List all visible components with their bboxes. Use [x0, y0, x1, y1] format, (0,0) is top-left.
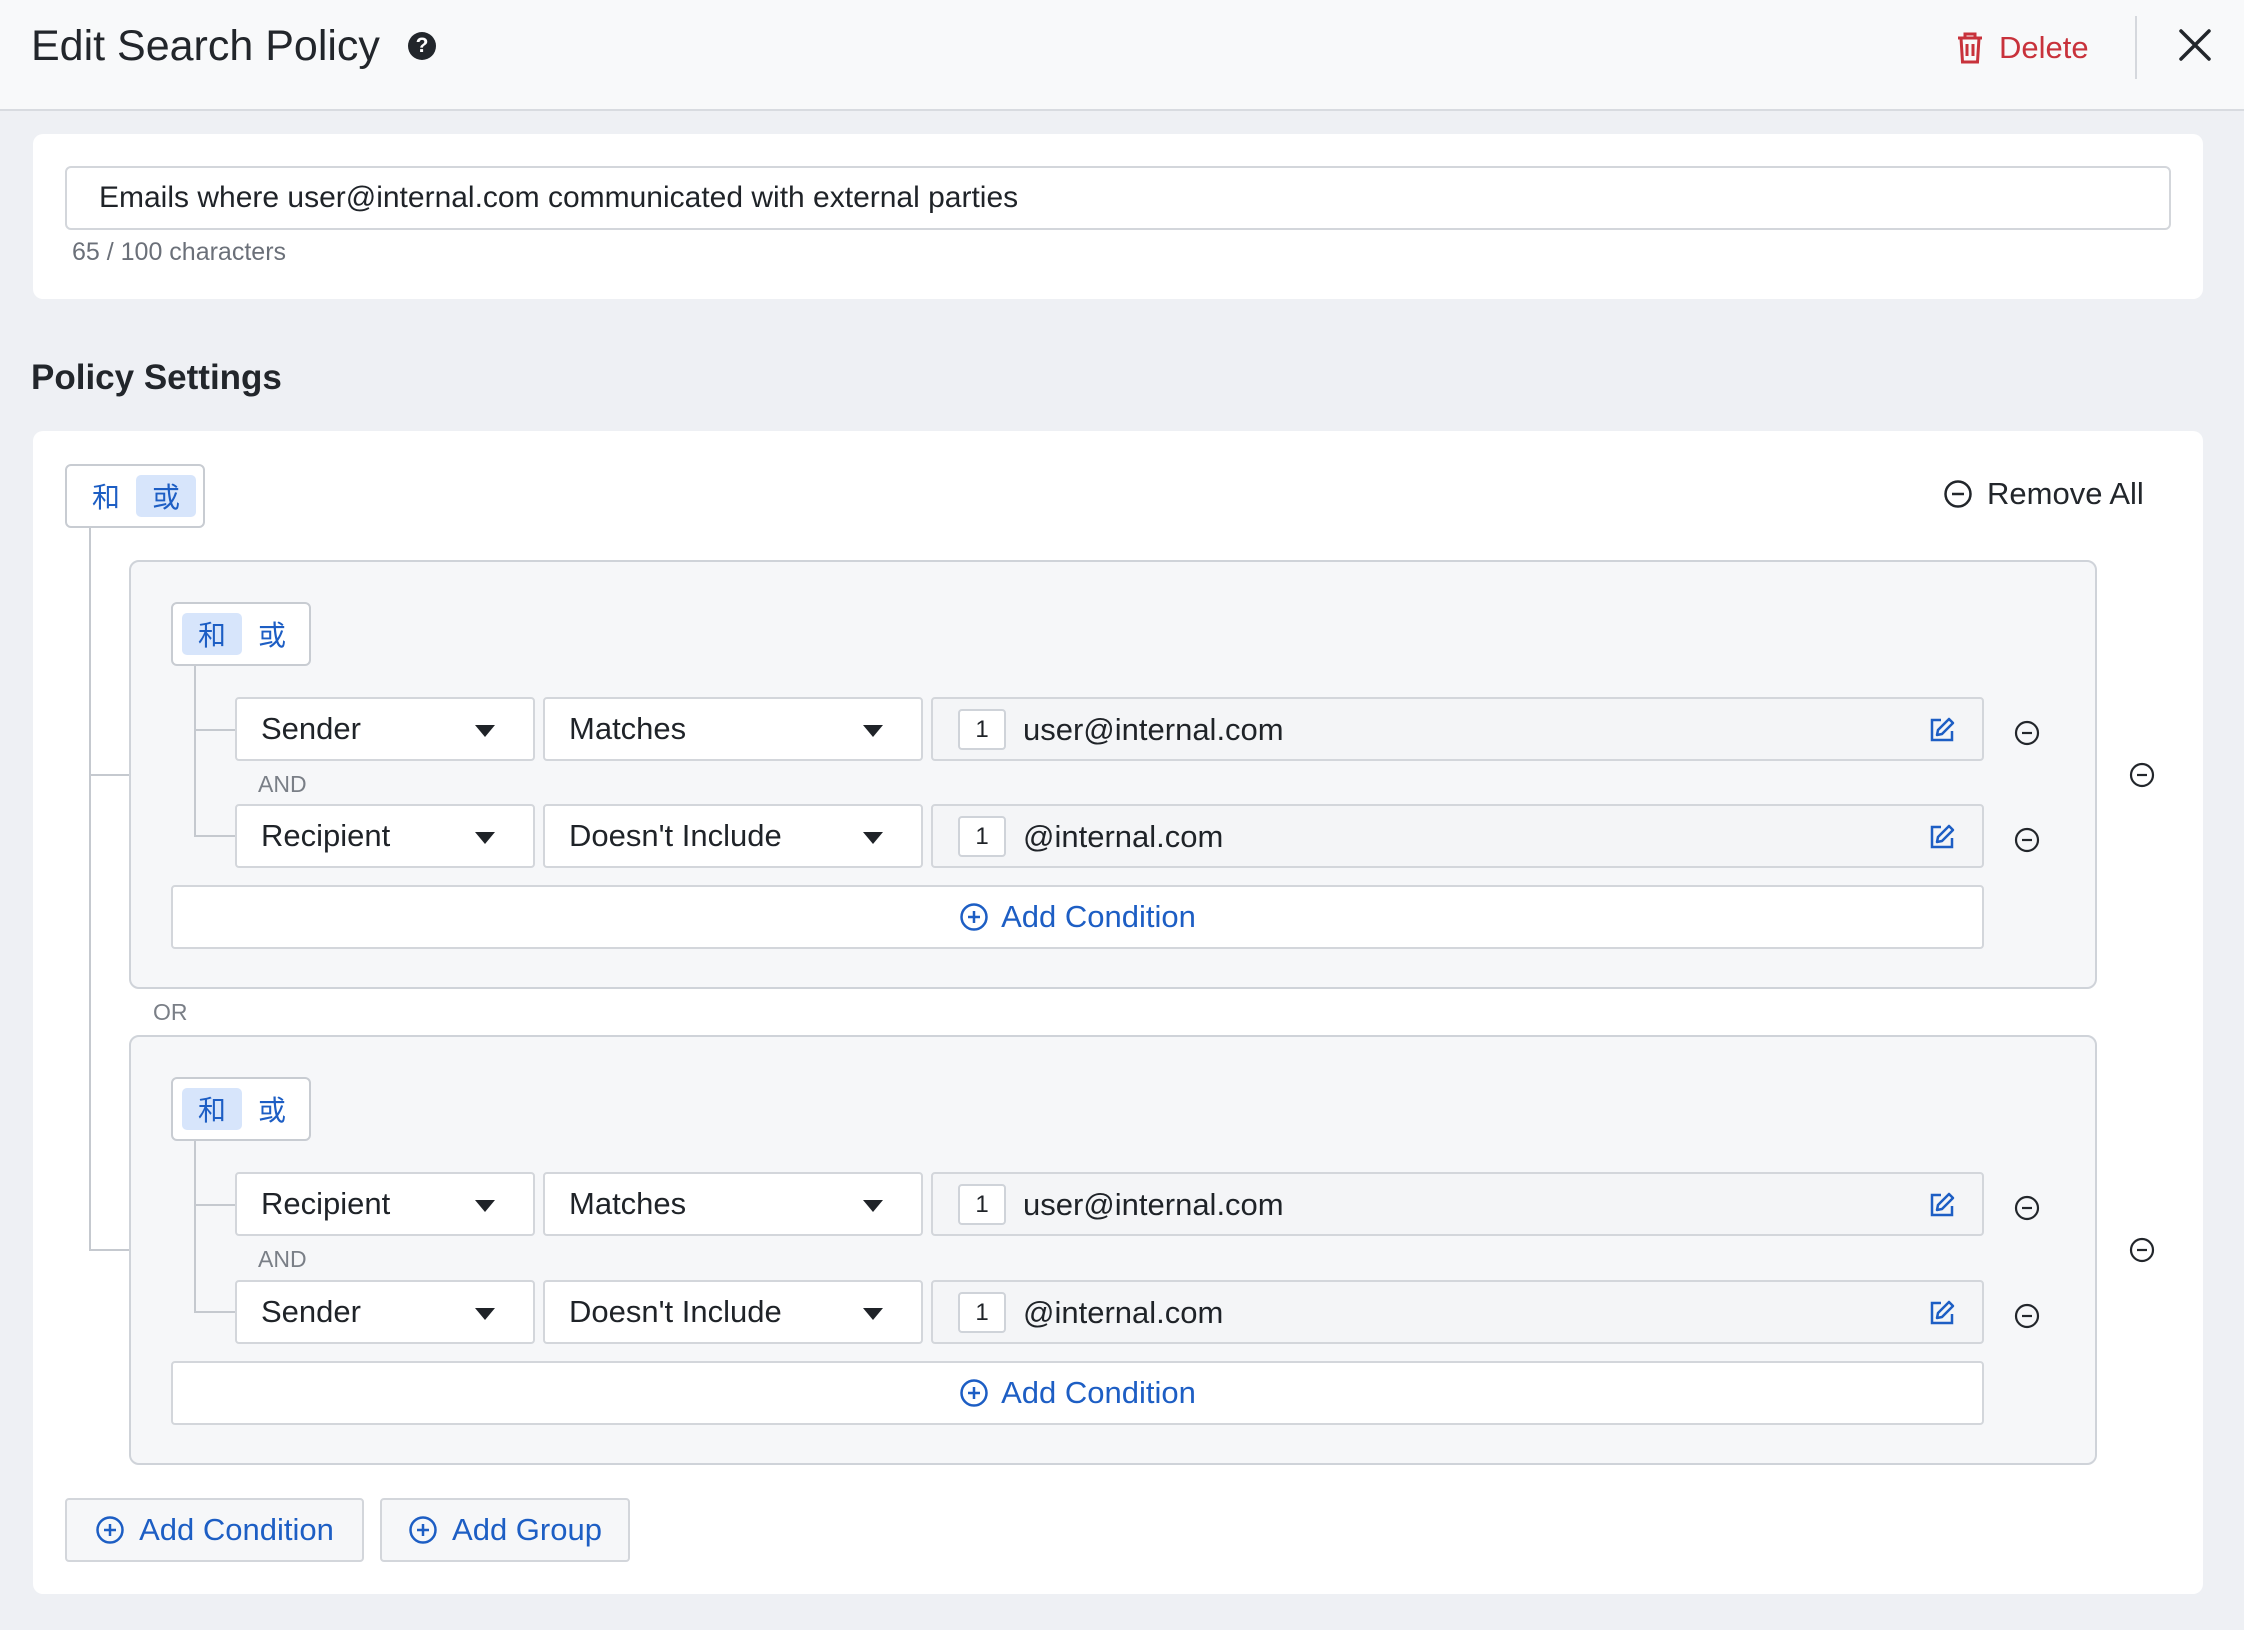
edit-icon[interactable] [1928, 1299, 1956, 1327]
remove-all-label: Remove All [1987, 476, 2144, 511]
group-2-add-condition-button[interactable]: Add Condition [171, 1361, 1984, 1425]
and-joiner-label: AND [258, 771, 307, 797]
field-select[interactable]: Recipient [235, 804, 535, 868]
value-count-badge: 1 [958, 1184, 1006, 1225]
operator-select-value: Doesn't Include [569, 1294, 782, 1329]
field-select[interactable]: Recipient [235, 1172, 535, 1236]
operator-select[interactable]: Matches [543, 1172, 923, 1236]
root-logic-toggle: 和 或 [65, 464, 205, 528]
value-box[interactable]: 1 @internal.com [931, 1280, 1984, 1344]
or-separator-label: OR [153, 999, 188, 1025]
add-group-label: Add Group [452, 1512, 602, 1547]
tree-connector [194, 729, 236, 731]
remove-condition-icon[interactable] [2014, 827, 2040, 853]
operator-select-value: Matches [569, 711, 687, 746]
caret-down-icon [475, 832, 495, 844]
group-1-toggle-or[interactable]: 或 [242, 613, 302, 655]
field-select-value: Recipient [261, 818, 391, 853]
header-divider [2135, 16, 2137, 79]
remove-group-icon[interactable] [2129, 1237, 2155, 1263]
caret-down-icon [475, 1308, 495, 1320]
policy-name-input[interactable] [65, 166, 2171, 230]
remove-all-button[interactable]: Remove All [1943, 476, 2144, 512]
caret-down-icon [863, 1308, 883, 1320]
caret-down-icon [475, 725, 495, 737]
question-circle-icon[interactable]: ? [408, 32, 436, 60]
value-box[interactable]: 1 user@internal.com [931, 1172, 1984, 1236]
value-box[interactable]: 1 @internal.com [931, 804, 1984, 868]
tree-connector [89, 1249, 129, 1251]
add-condition-label: Add Condition [139, 1512, 334, 1547]
remove-condition-icon[interactable] [2014, 1303, 2040, 1329]
field-select[interactable]: Sender [235, 1280, 535, 1344]
value-box[interactable]: 1 user@internal.com [931, 697, 1984, 761]
value-count-badge: 1 [958, 709, 1006, 750]
field-select[interactable]: Sender [235, 697, 535, 761]
operator-select[interactable]: Doesn't Include [543, 1280, 923, 1344]
tree-connector [194, 666, 196, 836]
add-condition-label: Add Condition [1001, 1375, 1196, 1410]
operator-select[interactable]: Doesn't Include [543, 804, 923, 868]
group-2-toggle-and[interactable]: 和 [182, 1088, 242, 1130]
tree-connector [194, 1141, 196, 1312]
tree-connector [89, 528, 91, 1250]
and-joiner-label: AND [258, 1246, 307, 1272]
field-select-value: Recipient [261, 1186, 391, 1221]
tree-connector [194, 835, 236, 837]
tree-connector [194, 1204, 236, 1206]
edit-icon[interactable] [1928, 823, 1956, 851]
plus-circle-icon [409, 1516, 437, 1544]
operator-select-value: Doesn't Include [569, 818, 782, 853]
value-text: @internal.com [1023, 1295, 1224, 1330]
add-condition-button[interactable]: Add Condition [65, 1498, 364, 1562]
group-1-logic-toggle: 和 或 [171, 602, 311, 666]
add-condition-label: Add Condition [1001, 899, 1196, 934]
value-text: user@internal.com [1023, 1187, 1284, 1222]
caret-down-icon [863, 725, 883, 737]
trash-icon [1958, 32, 1982, 64]
operator-select-value: Matches [569, 1186, 687, 1221]
policy-settings-heading: Policy Settings [31, 358, 282, 397]
operator-select[interactable]: Matches [543, 697, 923, 761]
value-text: @internal.com [1023, 819, 1224, 854]
value-count-badge: 1 [958, 816, 1006, 857]
field-select-value: Sender [261, 1294, 361, 1329]
delete-label: Delete [1999, 30, 2089, 65]
character-counter: 65 / 100 characters [72, 238, 287, 266]
add-group-button[interactable]: Add Group [380, 1498, 630, 1562]
root-toggle-or[interactable]: 或 [136, 475, 196, 517]
dialog-header: Edit Search Policy ? Delete [0, 0, 2244, 111]
caret-down-icon [475, 1200, 495, 1212]
edit-icon[interactable] [1928, 716, 1956, 744]
caret-down-icon [863, 1200, 883, 1212]
tree-connector [89, 774, 129, 776]
plus-circle-icon [960, 1379, 988, 1407]
minus-circle-icon [1944, 480, 1972, 508]
remove-condition-icon[interactable] [2014, 1195, 2040, 1221]
tree-connector [194, 1311, 236, 1313]
caret-down-icon [863, 832, 883, 844]
plus-circle-icon [96, 1516, 124, 1544]
edit-icon[interactable] [1928, 1191, 1956, 1219]
value-count-badge: 1 [958, 1292, 1006, 1333]
policy-name-card: 65 / 100 characters [33, 134, 2203, 299]
group-1-add-condition-button[interactable]: Add Condition [171, 885, 1984, 949]
group-2-toggle-or[interactable]: 或 [242, 1088, 302, 1130]
plus-circle-icon [960, 903, 988, 931]
delete-button[interactable]: Delete [1955, 26, 2089, 70]
field-select-value: Sender [261, 711, 361, 746]
remove-condition-icon[interactable] [2014, 720, 2040, 746]
remove-group-icon[interactable] [2129, 762, 2155, 788]
root-toggle-and[interactable]: 和 [76, 475, 136, 517]
group-1-toggle-and[interactable]: 和 [182, 613, 242, 655]
group-2-logic-toggle: 和 或 [171, 1077, 311, 1141]
value-text: user@internal.com [1023, 712, 1284, 747]
page-title: Edit Search Policy [31, 22, 380, 70]
close-icon[interactable] [2172, 22, 2218, 68]
